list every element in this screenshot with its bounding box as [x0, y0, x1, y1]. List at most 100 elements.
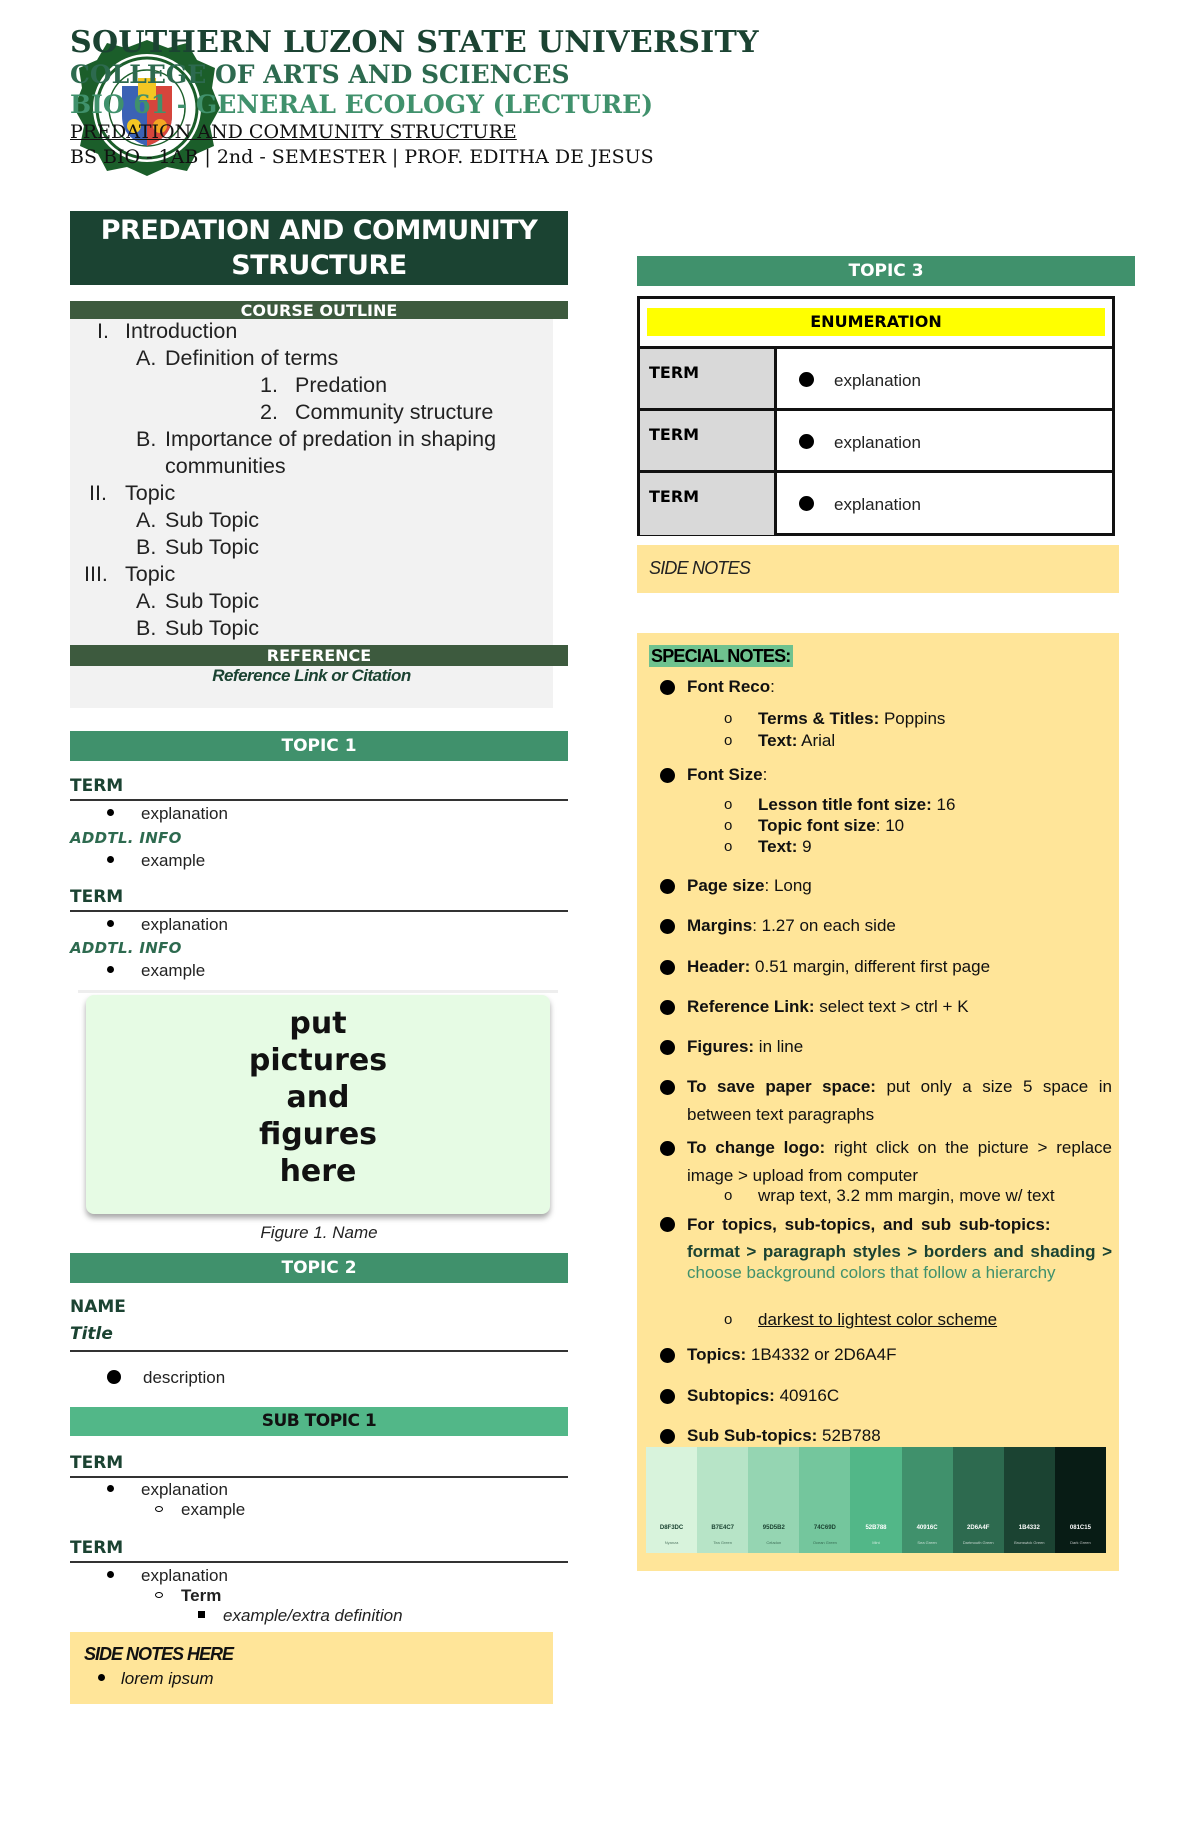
- palette-swatch-hex: 081C15: [1069, 1525, 1091, 1531]
- note-subsubtopics-color: Sub Sub-topics: 52B788: [660, 1426, 1112, 1446]
- note-sub-item: o Terms & Titles: Poppins: [724, 709, 946, 728]
- topic-3-heading: TOPIC 3: [637, 256, 1135, 286]
- example-bullet: example: [107, 961, 205, 981]
- palette-swatch-hex: 2D6A4F: [967, 1525, 990, 1531]
- enumeration-term: TERM: [640, 473, 777, 535]
- palette-swatch: 1B4332 Brunswick Green: [1003, 1447, 1055, 1553]
- bullet-icon: [660, 1040, 675, 1055]
- explanation-bullet: explanation: [107, 1480, 228, 1500]
- note-figures: Figures: in line: [660, 1037, 1112, 1057]
- note-sub-item: o darkest to lightest color scheme: [724, 1310, 998, 1329]
- subterm-bullet: Term: [155, 1586, 221, 1606]
- bullet-icon: [660, 1348, 675, 1363]
- course-name: BIO 61 - GENERAL ECOLOGY (LECTURE): [70, 90, 654, 119]
- palette-swatch: B7E4C7 Tea Green: [697, 1447, 749, 1553]
- outline-item: II. Topic: [89, 481, 176, 505]
- palette-swatch: 40916C Sea Green: [901, 1447, 953, 1553]
- bullet-icon: [660, 1141, 675, 1156]
- figure-placeholder-line: pictures: [248, 1043, 388, 1078]
- outline-item: A. Sub Topic: [136, 508, 260, 532]
- outline-item: III. Topic: [84, 562, 176, 586]
- figure-placeholder-line: put: [289, 1006, 347, 1041]
- palette-swatch-name: Ocean Green: [812, 1540, 837, 1545]
- document-header: SOUTHERN LUZON STATE UNIVERSITY COLLEGE …: [70, 26, 759, 170]
- bullet-icon: [660, 1389, 675, 1404]
- palette-swatch-name: Nyanza: [664, 1540, 679, 1545]
- note-subtopics-color: Subtopics: 40916C: [660, 1386, 1112, 1406]
- note-sub-item: o Text: 9: [724, 837, 812, 856]
- outline-item: A. Sub Topic: [136, 589, 260, 613]
- bullet-icon: [799, 496, 814, 512]
- palette-swatch: 081C15 Dark Green: [1054, 1447, 1106, 1553]
- example-bullet: example: [107, 851, 205, 871]
- lesson-name: PREDATION AND COMMUNITY STRUCTURE: [70, 121, 517, 143]
- enumeration-term: TERM: [640, 411, 777, 470]
- palette-swatch-hex: 74C69D: [813, 1525, 836, 1531]
- note-margins: Margins: 1.27 on each side: [660, 916, 1112, 936]
- enumeration-table: ENUMERATION TERM explanation TERM explan…: [637, 296, 1115, 536]
- topic-2-heading: TOPIC 2: [70, 1253, 568, 1283]
- figure-placeholder[interactable]: put pictures and figures here: [86, 995, 550, 1214]
- figure-placeholder-line: here: [279, 1154, 357, 1189]
- enumeration-explanation: explanation: [777, 349, 1112, 408]
- addtl-info-label: ADDTL. INFO: [70, 939, 182, 957]
- outline-item: 2. Community structure: [260, 400, 494, 424]
- addtl-info-label: ADDTL. INFO: [70, 829, 182, 847]
- hollow-bullet-icon: o: [724, 796, 733, 813]
- note-page-size: Page size: Long: [660, 876, 1112, 896]
- note-font-size: Font Size:: [660, 765, 1112, 785]
- university-name: SOUTHERN LUZON STATE UNIVERSITY: [70, 25, 759, 60]
- name-label: NAME: [70, 1297, 126, 1317]
- term-heading: TERM: [70, 886, 568, 912]
- bullet-icon: [660, 960, 675, 975]
- palette-swatch: 2D6A4F Dartmouth Green: [952, 1447, 1004, 1553]
- explanation-bullet: explanation: [107, 804, 228, 824]
- outline-item: I. Introduction: [97, 319, 238, 343]
- palette-swatch-name: Tea Green: [713, 1540, 732, 1545]
- palette-swatch-hex: D8F3DC: [659, 1525, 684, 1531]
- outline-item: B. Importance of predation in shaping: [136, 427, 497, 451]
- note-sub-item: o wrap text, 3.2 mm margin, move w/ text: [724, 1186, 1055, 1205]
- note-sub-item: o Topic font size: 10: [724, 816, 905, 835]
- palette-swatch-hex: 52B788: [865, 1525, 887, 1531]
- note-font-reco: Font Reco:: [660, 677, 1112, 697]
- enumeration-row: TERM explanation: [640, 411, 1112, 473]
- hollow-bullet-icon: o: [724, 838, 733, 855]
- color-palette: D8F3DC Nyanza B7E4C7 Tea Green 95D5B2 Celadon…: [646, 1447, 1106, 1553]
- lesson-title: PREDATION AND COMMUNITY STRUCTURE: [70, 211, 568, 285]
- bullet-icon: [660, 919, 675, 934]
- reference-link[interactable]: Reference Link or Citation: [70, 666, 553, 708]
- side-notes-box: SIDE NOTES: [637, 545, 1119, 593]
- title-label: Title: [70, 1324, 568, 1352]
- figure-placeholder-line: and: [286, 1080, 350, 1115]
- palette-swatch: 95D5B2 Celadon: [748, 1447, 800, 1553]
- side-notes-item: lorem ipsum: [84, 1669, 539, 1689]
- outline-item: B. Sub Topic: [136, 616, 260, 640]
- enumeration-term: TERM: [640, 349, 777, 408]
- outline-item: B. Sub Topic: [136, 535, 260, 559]
- note-sub-item: o Lesson title font size: 16: [724, 795, 956, 814]
- topic-1-heading: TOPIC 1: [70, 731, 568, 761]
- explanation-bullet: explanation: [107, 1566, 228, 1586]
- explanation-bullet: explanation: [107, 915, 228, 935]
- hollow-bullet-icon: o: [724, 732, 733, 749]
- palette-swatch: 74C69D Ocean Green: [799, 1447, 851, 1553]
- palette-swatch: 52B788 Mint: [850, 1447, 902, 1553]
- enumeration-header: ENUMERATION: [640, 299, 1112, 349]
- bullet-icon: [799, 434, 814, 450]
- bullet-icon: [660, 1217, 675, 1232]
- hollow-bullet-icon: o: [724, 817, 733, 834]
- college-name: COLLEGE OF ARTS AND SCIENCES: [70, 60, 570, 89]
- bullet-icon: [98, 1674, 105, 1682]
- bullet-icon: [660, 768, 675, 783]
- bullet-icon: [660, 1429, 675, 1444]
- term-heading: TERM: [70, 1452, 568, 1478]
- bullet-icon: [660, 1080, 675, 1095]
- outline-item: communities: [165, 454, 286, 478]
- note-header: Header: 0.51 margin, different first pag…: [660, 957, 1112, 977]
- side-notes-box: SIDE NOTES HERE lorem ipsum: [70, 1632, 553, 1704]
- note-sub-item: o Text: Arial: [724, 731, 836, 750]
- note-reference-link: Reference Link: select text > ctrl + K: [660, 997, 1112, 1017]
- enumeration-row: TERM explanation: [640, 349, 1112, 411]
- bullet-icon: [799, 372, 814, 388]
